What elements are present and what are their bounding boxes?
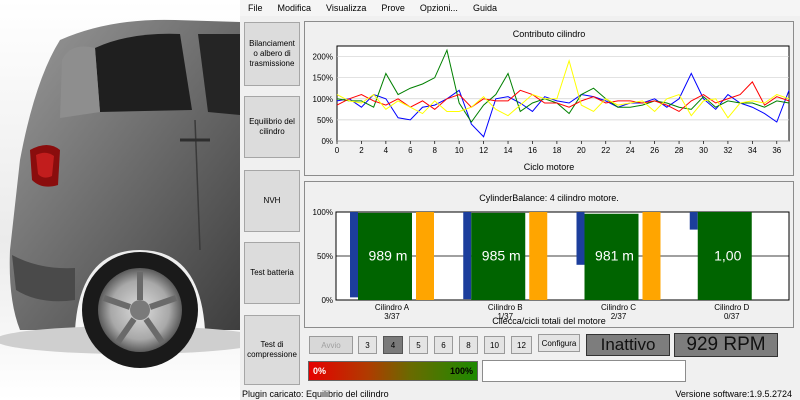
menu-help[interactable]: Guida — [473, 3, 497, 13]
cylinder-contribution-panel: Contributo cilindro 0% 50% 100% 150% 200% 0 2 4… — [304, 21, 794, 176]
menu-bar: File Modifica Visualizza Prove Opzioni..… — [240, 0, 800, 16]
car-illustration — [0, 19, 240, 368]
cylinder-name-label: Cilindro D — [714, 303, 749, 312]
line-y-tick-label: 0% — [321, 137, 333, 146]
cylinder-reference-bar — [529, 212, 548, 300]
line-y-tick-label: 200% — [313, 53, 333, 62]
cylinder-value-label: 1,00 — [714, 247, 741, 263]
menu-edit[interactable]: Modifica — [278, 3, 312, 13]
nvh-button[interactable]: NVH — [244, 170, 300, 232]
line-x-tick-label: 30 — [699, 146, 708, 155]
cylinder-value-label: 981 m — [595, 247, 634, 263]
compression-test-button[interactable]: Test di compressione — [244, 315, 300, 385]
line-x-tick-label: 14 — [504, 146, 513, 155]
driveshaft-balance-button[interactable]: Bilanciament o albero di trasmissione — [244, 22, 300, 86]
start-button[interactable]: Avvio — [309, 336, 353, 354]
line-x-tick-label: 10 — [455, 146, 464, 155]
cylinder-value-label: 989 m — [369, 247, 408, 263]
battery-test-button[interactable]: Test batteria — [244, 242, 300, 304]
line-x-tick-label: 16 — [528, 146, 537, 155]
bar-y-tick-label: 0% — [321, 296, 333, 305]
line-x-tick-label: 36 — [772, 146, 781, 155]
line-plot-area — [336, 45, 790, 142]
cylinder-name-label: Cilindro B — [488, 303, 523, 312]
line-x-tick-label: 26 — [650, 146, 659, 155]
cylinder-balance-button[interactable]: Equilibrio del cilindro — [244, 96, 300, 158]
line-y-tick-label: 100% — [313, 95, 333, 104]
message-textbox[interactable] — [482, 360, 686, 382]
cylinders-3-button[interactable]: 3 — [358, 336, 377, 354]
line-x-tick-label: 6 — [408, 146, 413, 155]
cylinders-12-button[interactable]: 12 — [511, 336, 532, 354]
side-button-label: NVH — [263, 196, 281, 205]
cylinder-range-bar — [350, 212, 358, 298]
side-button-label: Test batteria — [250, 268, 294, 277]
menu-options[interactable]: Opzioni... — [420, 3, 458, 13]
rpm-display: 929 RPM — [674, 333, 778, 357]
cylinder-range-bar — [576, 212, 585, 265]
cylinder-balance-panel: CylinderBalance: 4 cilindro motore. 0% 50… — [304, 181, 794, 328]
line-y-tick-label: 50% — [317, 116, 333, 125]
car-image — [0, 0, 240, 400]
cylinders-5-button[interactable]: 5 — [409, 336, 428, 354]
cylinders-4-button[interactable]: 4 — [383, 336, 403, 354]
cylinders-6-button[interactable]: 6 — [434, 336, 453, 354]
line-x-tick-label: 34 — [748, 146, 757, 155]
bar-y-tick-label: 100% — [313, 208, 333, 217]
bar-chart-xlabel: Cilecca/cicli totali del motore — [492, 316, 606, 326]
menu-file[interactable]: File — [248, 3, 263, 13]
cylinder-value-label: 985 m — [482, 247, 521, 263]
line-x-tick-label: 18 — [552, 146, 561, 155]
line-x-tick-label: 24 — [626, 146, 635, 155]
line-chart-xlabel: Ciclo motore — [523, 162, 575, 172]
cylinders-8-button[interactable]: 8 — [459, 336, 478, 354]
cylinders-10-button[interactable]: 10 — [484, 336, 505, 354]
cylinder-reference-bar — [416, 212, 434, 300]
line-chart: 0%50%100%150%200%0 2 4 6 8 10 12 14 16 18 20 22 24 26… — [313, 45, 790, 155]
status-indicator: Inattivo — [586, 334, 670, 356]
line-x-tick-label: 8 — [433, 146, 438, 155]
line-y-tick-label: 150% — [313, 74, 333, 83]
side-button-label: Bilanciament o albero di trasmissione — [249, 39, 295, 68]
line-x-tick-label: 12 — [479, 146, 488, 155]
cylinder-range-bar — [463, 212, 472, 300]
cylinder-name-label: Cilindro C — [601, 303, 636, 312]
menu-tests[interactable]: Prove — [381, 3, 405, 13]
side-button-label: Equilibrio del cilindro — [249, 117, 295, 136]
line-x-tick-label: 0 — [335, 146, 340, 155]
progress-bar: 0% 100% — [308, 361, 478, 381]
plugin-status: Plugin caricato: Equilibrio del cilindro — [242, 388, 389, 399]
progress-min-label: 0% — [313, 366, 327, 376]
cylinder-range-bar — [689, 212, 698, 230]
progress-max-label: 100% — [449, 366, 473, 376]
bar-chart: 0%50%100%989 mCilindro A3/37985 mCilindr… — [313, 208, 790, 321]
line-x-tick-label: 20 — [577, 146, 586, 155]
line-x-tick-label: 2 — [359, 146, 364, 155]
menu-view[interactable]: Visualizza — [326, 3, 366, 13]
bar-y-tick-label: 50% — [317, 252, 333, 261]
side-button-label: Test di compressione — [247, 340, 297, 359]
software-version: Versione software:1.9.5.2724 — [675, 388, 792, 399]
line-x-tick-label: 32 — [723, 146, 732, 155]
cylinder-reference-bar — [642, 212, 661, 300]
line-x-tick-label: 4 — [384, 146, 389, 155]
app-window: File Modifica Visualizza Prove Opzioni..… — [0, 0, 800, 400]
configure-button[interactable]: Configura — [538, 334, 580, 352]
line-x-tick-label: 22 — [601, 146, 610, 155]
cylinder-name-label: Cilindro A — [375, 303, 410, 312]
status-bar: Plugin caricato: Equilibrio del cilindro… — [240, 387, 800, 400]
line-x-tick-label: 28 — [675, 146, 684, 155]
